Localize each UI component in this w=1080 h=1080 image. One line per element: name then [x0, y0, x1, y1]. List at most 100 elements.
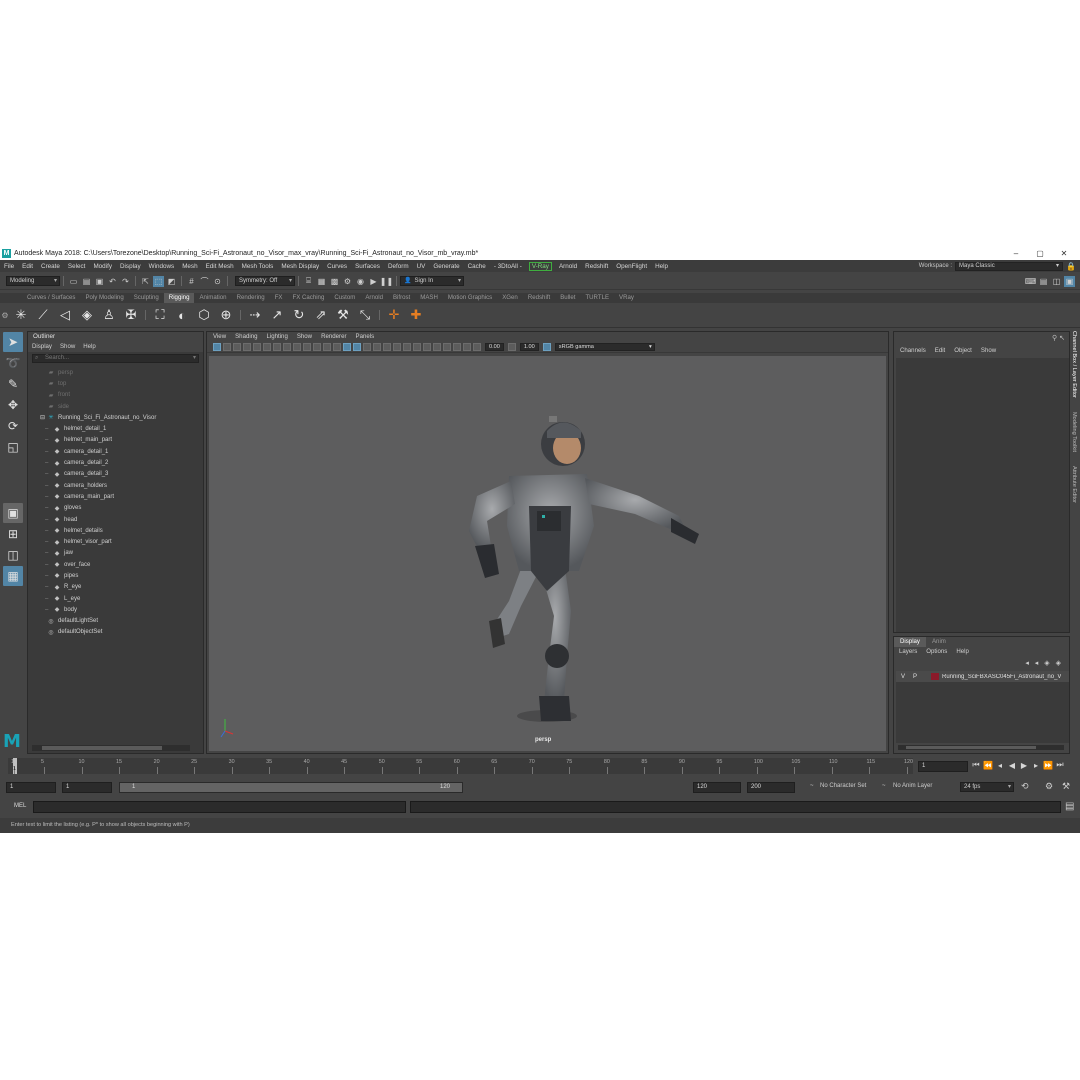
outliner-item[interactable]: – ◆ helmet_main_part [28, 435, 203, 446]
motion-blur-icon[interactable] [413, 343, 421, 351]
new-empty-layer-icon[interactable]: ◈ [1044, 660, 1051, 667]
shelf-tab-fx-caching[interactable]: FX Caching [288, 293, 330, 303]
attribute-editor-icon[interactable]: ▤ [1038, 276, 1049, 287]
step-back-frame-icon[interactable]: ◂ [994, 761, 1006, 770]
shelf-tab-arnold[interactable]: Arnold [360, 293, 388, 303]
outliner-item[interactable]: – ◆ body [28, 604, 203, 615]
redo-icon[interactable]: ↷ [120, 276, 131, 287]
playback-end-field[interactable]: 120 [693, 782, 741, 793]
rotate-tool-icon[interactable]: ⟳ [3, 416, 23, 436]
layer-tab-anim[interactable]: Anim [926, 637, 952, 647]
safe-action-icon[interactable] [323, 343, 331, 351]
smooth-shade-icon[interactable] [353, 343, 361, 351]
layer-horizontal-scrollbar[interactable] [898, 745, 1064, 750]
expand-icon[interactable]: ⊟ [40, 414, 45, 421]
character-set-label[interactable]: No Character Set [820, 783, 866, 789]
anim-layer-icon[interactable]: ~ [882, 783, 886, 789]
end-time-field[interactable]: 200 [747, 782, 795, 793]
move-tool-icon[interactable]: ✥ [3, 395, 23, 415]
lock-icon[interactable]: 🔒 [1066, 262, 1076, 271]
shelf-tab-rendering[interactable]: Rendering [232, 293, 270, 303]
menu-item-v-ray[interactable]: V-Ray [528, 261, 552, 271]
current-frame-field[interactable]: 1 [918, 761, 968, 772]
snap-point-icon[interactable]: ⊙ [212, 276, 223, 287]
layer-playback-toggle[interactable]: P [913, 674, 917, 680]
cursor-icon[interactable]: ↖ [1059, 335, 1065, 342]
outliner-item[interactable]: ⊟ ✳ Running_Sci_Fi_Astronaut_no_Visor [28, 412, 203, 423]
outliner-item[interactable]: – ◆ camera_detail_3 [28, 469, 203, 480]
single-view-icon[interactable]: ▣ [3, 503, 23, 523]
outliner-horizontal-scrollbar[interactable] [32, 745, 190, 751]
outliner-search-input[interactable]: ⌕ Search... ▾ [32, 354, 199, 363]
axis-icon[interactable]: ⚲ [1052, 335, 1057, 342]
orient-constraint-icon[interactable]: ↻ [290, 306, 308, 324]
menu-item-edit[interactable]: Edit [18, 263, 37, 270]
outliner-item[interactable]: ▰ top [28, 378, 203, 389]
channel-menu-edit[interactable]: Edit [935, 345, 946, 357]
go-to-end-icon[interactable]: ⏭ [1054, 760, 1066, 770]
gate-mask-icon[interactable] [303, 343, 311, 351]
select-hierarchy-icon[interactable]: ⇱ [140, 276, 151, 287]
wrap-icon[interactable]: ⊕ [217, 306, 235, 324]
menu-item-mesh[interactable]: Mesh [178, 263, 201, 270]
fps-dropdown[interactable]: 24 fps [960, 782, 1014, 792]
menu-item-uv[interactable]: UV [413, 263, 430, 270]
play-forwards-icon[interactable]: ▶ [1018, 761, 1030, 770]
render-settings-icon[interactable]: ⚙ [342, 276, 353, 287]
parent-constraint-icon[interactable]: ⇗ [312, 306, 330, 324]
quick-rig-icon[interactable]: ◈ [78, 306, 96, 324]
outliner-menu-display[interactable]: Display [32, 342, 52, 352]
modeling-toolkit-icon[interactable]: ⌨ [1025, 276, 1037, 287]
ik-spline-icon[interactable]: ◁ [56, 306, 74, 324]
outliner-item[interactable]: – ◆ L_eye [28, 593, 203, 604]
lights-icon[interactable] [383, 343, 391, 351]
auto-key-icon[interactable]: ⚙ [1045, 781, 1053, 792]
move-layer-up-icon[interactable]: ◂ [1025, 660, 1031, 667]
channel-menu-object[interactable]: Object [954, 345, 972, 357]
menu-item-arnold[interactable]: Arnold [555, 263, 581, 270]
outliner-item[interactable]: – ◆ gloves [28, 503, 203, 514]
isolate-select-icon[interactable] [443, 343, 451, 351]
shelf-tab-custom[interactable]: Custom [329, 293, 360, 303]
render-icon[interactable]: ▦ [316, 276, 327, 287]
select-tool-icon[interactable]: ➤ [3, 332, 23, 352]
command-language-label[interactable]: MEL [14, 803, 26, 809]
xray-icon[interactable] [453, 343, 461, 351]
locator-icon[interactable]: ✛ [385, 306, 403, 324]
channel-menu-channels[interactable]: Channels [900, 345, 926, 357]
select-object-icon[interactable]: ⬚ [153, 275, 164, 287]
viewport-menu-view[interactable]: View [213, 332, 226, 342]
wireframe-icon[interactable] [343, 343, 351, 351]
scale-tool-icon[interactable]: ◱ [3, 437, 23, 457]
shelf-tab-redshift[interactable]: Redshift [523, 293, 555, 303]
history-icon[interactable]: ⌸ [303, 276, 314, 287]
outliner-item[interactable]: ◎ defaultObjectSet [28, 627, 203, 638]
snap-curve-icon[interactable]: ⌒ [199, 276, 210, 287]
open-scene-icon[interactable]: ▤ [81, 276, 92, 287]
menu-item-create[interactable]: Create [37, 263, 64, 270]
range-bar[interactable]: 1 120 [119, 782, 463, 793]
channel-box-icon[interactable]: ▣ [1064, 276, 1075, 287]
outliner-item[interactable]: ▰ side [28, 401, 203, 412]
outliner-item[interactable]: – ◆ pipes [28, 570, 203, 581]
playback-start-field[interactable]: 1 [62, 782, 112, 793]
menu-item-mesh-display[interactable]: Mesh Display [277, 263, 323, 270]
shelf-tab-rigging[interactable]: Rigging [163, 293, 195, 303]
symmetry-dropdown[interactable]: Symmetry: Off [235, 276, 295, 286]
resolution-gate-icon[interactable] [293, 343, 301, 351]
scrollbar-thumb[interactable] [906, 746, 1036, 749]
script-editor-icon[interactable]: ▤ [1065, 801, 1074, 812]
go-to-start-icon[interactable]: ⏮ [970, 760, 982, 770]
new-scene-icon[interactable]: ▭ [68, 276, 79, 287]
step-back-key-icon[interactable]: ⏪ [982, 761, 994, 770]
anim-preferences-icon[interactable]: ⚒ [1062, 781, 1070, 792]
select-camera-icon[interactable] [213, 343, 221, 351]
paint-select-icon[interactable]: ✎ [3, 374, 23, 394]
shelf-tab-fx[interactable]: FX [270, 293, 288, 303]
wireframe-on-shaded-icon[interactable] [363, 343, 371, 351]
color-space-dropdown[interactable]: sRGB gamma ▾ [554, 343, 655, 351]
shelf-tab-motion-graphics[interactable]: Motion Graphics [443, 293, 497, 303]
outliner-item[interactable]: – ◆ helmet_details [28, 525, 203, 536]
menu-item-surfaces[interactable]: Surfaces [351, 263, 384, 270]
shelf-tab-xgen[interactable]: XGen [497, 293, 523, 303]
